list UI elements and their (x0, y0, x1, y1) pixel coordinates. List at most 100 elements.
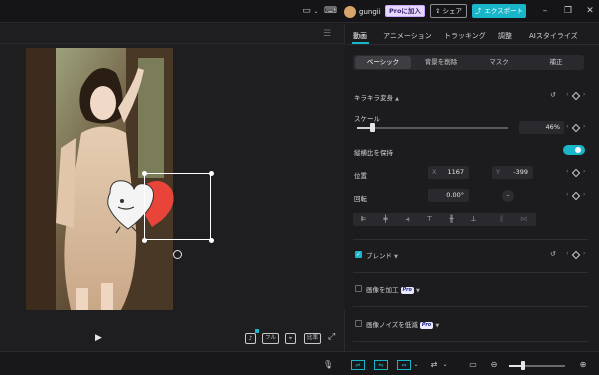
player-header: ☰ (0, 24, 345, 44)
export-label: エクスポート (484, 7, 524, 15)
export-button[interactable]: ⤴ エクスポート (472, 4, 526, 18)
pro-badge: Pro (419, 321, 434, 329)
keep-ratio-label: 縦横比を保持 (354, 149, 393, 157)
next-keyframe-icon[interactable]: › (583, 191, 585, 198)
export-icon: ⤴ (474, 7, 482, 15)
x-value: 1167 (447, 168, 464, 176)
scale-slider[interactable] (357, 127, 508, 129)
zoom-out-icon[interactable]: ⊖ (489, 360, 499, 370)
pro-badge: Pro (400, 286, 414, 294)
blend-label: ブレンド (366, 252, 392, 260)
scale-value-input[interactable]: 46% (519, 121, 564, 134)
rotate-handle[interactable] (173, 250, 182, 259)
microphone-icon[interactable]: 🎙 (323, 360, 333, 370)
reset-icon[interactable]: ↺ (550, 91, 556, 99)
blend-checkbox[interactable]: ✓ (355, 251, 362, 258)
align-bottom-icon[interactable]: ⊥ (465, 213, 482, 226)
reset-icon[interactable]: ↺ (550, 250, 556, 258)
subtab-correction[interactable]: 補正 (529, 56, 583, 69)
resize-handle-bl[interactable] (142, 238, 147, 243)
rotation-dial[interactable]: – (502, 190, 514, 202)
tab-ai-stylize[interactable]: AIスタイライズ (529, 31, 578, 41)
thumbnail-icon[interactable]: ▭ (467, 360, 479, 370)
minimize-icon[interactable]: – (539, 5, 551, 17)
next-keyframe-icon[interactable]: › (583, 250, 585, 257)
y-value: -399 (513, 168, 528, 176)
zoom-in-icon[interactable]: ⊕ (578, 360, 588, 370)
share-label: シェア (442, 7, 462, 15)
auto-snap-icon[interactable]: ⇋ (374, 360, 388, 370)
scale-slider-knob[interactable] (370, 123, 376, 132)
position-y-input[interactable]: Y -399 (492, 166, 533, 179)
denoise-checkbox[interactable] (355, 320, 362, 327)
toggle-knob (575, 147, 581, 153)
prev-keyframe-icon[interactable]: ‹ (566, 123, 568, 130)
next-keyframe-icon[interactable]: › (583, 91, 585, 98)
alignment-toolbar: ⊫ ╪ ⫣ ⊤ ╫ ⊥ ⫼ ⋈ (353, 213, 536, 226)
tab-tracking[interactable]: トラッキング (444, 31, 486, 41)
transform-title: キラキラ変身 (354, 94, 393, 102)
chevron-down-icon[interactable]: ⌄ (313, 6, 319, 17)
enhance-section-title[interactable]: 画像を加工 Pro ▼ (366, 284, 420, 294)
selection-box[interactable] (144, 173, 211, 240)
close-icon[interactable]: ✕ (584, 5, 596, 17)
play-icon[interactable]: ▶ (95, 333, 102, 343)
chevron-down-icon[interactable]: ⌄ (442, 360, 448, 370)
tab-video[interactable]: 動画 (353, 31, 367, 41)
transform-section-title[interactable]: キラキラ変身 ▲ (354, 92, 399, 102)
align-top-icon[interactable]: ⊤ (421, 213, 438, 226)
share-button[interactable]: ⇪ シェア (430, 4, 467, 18)
tab-animation[interactable]: アニメーション (383, 31, 432, 41)
tab-adjust[interactable]: 調整 (498, 31, 512, 41)
user-account[interactable]: gungii (344, 5, 381, 18)
rotation-input[interactable]: 0.00° (428, 189, 469, 202)
subtab-remove-bg[interactable]: 背景を削除 (413, 56, 469, 69)
pro-join-button[interactable]: Proに加入 (385, 5, 425, 17)
enhance-checkbox[interactable] (355, 285, 362, 292)
caret-down-icon: ▼ (416, 288, 420, 294)
menu-icon[interactable]: ☰ (323, 29, 331, 39)
resize-handle-br[interactable] (209, 238, 214, 243)
main-track-magnet-icon[interactable]: ⇌ (351, 360, 365, 370)
distribute-v-icon[interactable]: ⋈ (515, 213, 532, 226)
tiktok-icon[interactable]: ♪ (245, 333, 256, 344)
ratio-button[interactable]: 比率 (304, 333, 322, 344)
prev-keyframe-icon[interactable]: ‹ (566, 250, 568, 257)
y-axis-label: Y (496, 168, 500, 176)
align-left-icon[interactable]: ⊫ (355, 213, 372, 226)
section-divider (353, 272, 588, 273)
crop-icon[interactable]: ⌖ (285, 333, 296, 344)
full-button[interactable]: フル (262, 333, 280, 344)
keep-ratio-toggle[interactable] (563, 145, 585, 155)
caret-down-icon: ▼ (394, 254, 398, 260)
next-keyframe-icon[interactable]: › (583, 123, 585, 130)
preview-axis-icon[interactable]: ⇄ (428, 360, 440, 370)
zoom-slider-knob[interactable] (521, 361, 525, 370)
prev-keyframe-icon[interactable]: ‹ (566, 191, 568, 198)
title-bar: ▭ ⌄ ⌨ gungii Proに加入 ⇪ シェア ⤴ エクスポート – ❐ ✕ (0, 0, 599, 23)
blend-section-title[interactable]: ブレンド ▼ (366, 250, 398, 260)
tab-divider (346, 44, 599, 45)
avatar (344, 5, 356, 18)
position-x-input[interactable]: X 1167 (428, 166, 469, 179)
prev-keyframe-icon[interactable]: ‹ (566, 168, 568, 175)
section-divider (353, 341, 588, 342)
linkage-icon[interactable]: ⇔ (397, 360, 411, 370)
align-center-h-icon[interactable]: ╪ (377, 213, 394, 226)
restore-icon[interactable]: ❐ (562, 5, 574, 17)
denoise-section-title[interactable]: 画像ノイズを低減 Pro ▼ (366, 319, 439, 329)
resize-handle-tr[interactable] (209, 171, 214, 176)
layout-icon[interactable]: ▭ (301, 6, 312, 17)
align-right-icon[interactable]: ⫣ (399, 213, 416, 226)
enhance-label: 画像を加工 (366, 286, 399, 294)
resize-handle-tl[interactable] (142, 171, 147, 176)
keyboard-icon[interactable]: ⌨ (324, 6, 337, 17)
align-center-v-icon[interactable]: ╫ (443, 213, 460, 226)
distribute-h-icon[interactable]: ⫼ (493, 213, 510, 226)
subtab-basic[interactable]: ベーシック (355, 56, 411, 69)
subtab-mask[interactable]: マスク (471, 56, 527, 69)
next-keyframe-icon[interactable]: › (583, 168, 585, 175)
fullscreen-icon[interactable]: ⤢ (328, 332, 335, 342)
chevron-down-icon[interactable]: ⌄ (413, 360, 419, 370)
prev-keyframe-icon[interactable]: ‹ (566, 91, 568, 98)
